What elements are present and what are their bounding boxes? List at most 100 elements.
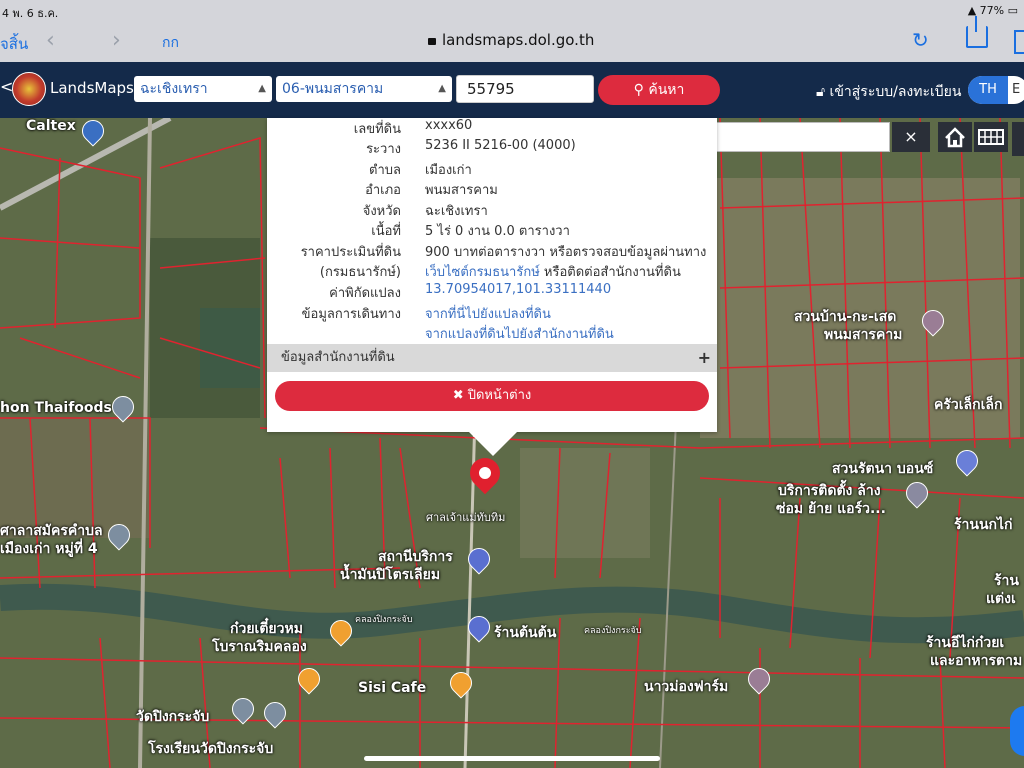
landsmaps-logo: [12, 72, 46, 106]
search-button[interactable]: ⚲ ค้นหา: [598, 75, 720, 105]
app-name: LandsMaps: [50, 79, 134, 97]
row-value: 5 ไร่ 0 งาน 0.0 ตารางวา: [425, 224, 570, 239]
map-label[interactable]: โรงเรียนวัดปิงกระจับ: [148, 738, 273, 760]
row-value: เว็บไซต์กรมธนารักษ์ หรือติดต่อสำนักงานที…: [425, 261, 681, 282]
login-link[interactable]: 🔓︎ เข้าสู่ระบบ/ลงทะเบียน: [816, 81, 961, 103]
row-value: ฉะเชิงเทรา: [425, 204, 488, 219]
back-icon[interactable]: ‹: [46, 28, 55, 53]
share-icon[interactable]: [966, 16, 988, 48]
info-row: ระวาง 5236 II 5216-00 (4000): [267, 138, 717, 158]
login-label: เข้าสู่ระบบ/ลงทะเบียน: [829, 84, 962, 100]
map-label[interactable]: พนมสารคาม: [824, 324, 902, 346]
row-label: ค่าพิกัดแปลง: [329, 286, 401, 301]
lang-th-button[interactable]: TH: [968, 76, 1008, 104]
status-time-date: 4 พ. 6 ธ.ค.: [2, 7, 59, 20]
info-row: ค่าพิกัดแปลง 13.70954017,101.33111440: [267, 282, 717, 302]
map-label[interactable]: แต่งเ: [986, 588, 1016, 610]
select-arrows-icon: ▲: [438, 83, 446, 94]
side-panel-button[interactable]: [1012, 122, 1024, 156]
row-label: (กรมธนารักษ์): [319, 265, 401, 280]
info-row: ข้อมูลการเดินทาง จากที่นี่ไปยังแปลงที่ดิน: [267, 303, 717, 323]
district-select-value: 06-พนมสารคาม: [282, 81, 384, 97]
info-row: ตำบล เมืองเก่า: [267, 159, 717, 179]
parcel-number-input[interactable]: 55795: [456, 75, 594, 103]
lang-en-button[interactable]: E: [1012, 76, 1020, 104]
coordinates-link[interactable]: 13.70954017,101.33111440: [425, 282, 611, 297]
map-label[interactable]: สวนรัตนา บอนซ์: [832, 458, 933, 480]
grid-icon: [978, 129, 1004, 145]
district-select[interactable]: 06-พนมสารคาม ▲: [276, 76, 452, 102]
map-label[interactable]: ซ่อม ย้าย แอร์ว...: [776, 498, 886, 520]
row-value-suffix: หรือติดต่อสำนักงานที่ดิน: [543, 265, 681, 280]
url-text: landsmaps.dol.go.th: [442, 31, 595, 49]
forward-icon[interactable]: ›: [112, 28, 121, 53]
parcel-info-popup: เลขที่ดิน xxxx60 ระวาง 5236 II 5216-00 (40…: [267, 118, 717, 456]
close-window-button[interactable]: ✖ ปิดหน้าต่าง: [275, 381, 709, 411]
place-search-clear-button[interactable]: ×: [892, 122, 930, 152]
map-label[interactable]: ศาลเจ้าแม่ทับทิม: [426, 508, 505, 526]
map-label[interactable]: hon Thaifoods: [0, 400, 112, 416]
info-row: อำเภอ พนมสารคาม: [267, 179, 717, 199]
done-button[interactable]: จสิ้น: [0, 32, 28, 56]
row-label: เลขที่ดิน: [353, 122, 401, 137]
row-value: xxxx60: [425, 118, 473, 133]
row-label: ระวาง: [366, 142, 401, 157]
map-label[interactable]: ร้านต้นต้น: [494, 622, 556, 644]
map-label[interactable]: Caltex: [26, 118, 76, 134]
search-button-label: ค้นหา: [648, 82, 685, 98]
expand-plus-icon: +: [697, 348, 711, 367]
section-title: ข้อมูลสำนักงานที่ดิน: [281, 350, 395, 365]
map-label[interactable]: วัดปิงกระจับ: [136, 706, 209, 728]
home-button[interactable]: [938, 122, 972, 152]
row-value: 5236 II 5216-00 (4000): [425, 138, 576, 153]
row-value: 900 บาทต่อตารางวา หรือตรวจสอบข้อมูลผ่านท…: [425, 245, 707, 260]
ios-status-bar: 4 พ. 6 ธ.ค. ▲ 77% ▭: [0, 0, 1024, 22]
layers-grid-button[interactable]: [974, 122, 1008, 152]
row-label: ข้อมูลการเดินทาง: [301, 307, 401, 322]
directions-to-parcel-link[interactable]: จากที่นี่ไปยังแปลงที่ดิน: [425, 303, 551, 324]
lock-icon: 🔓︎: [816, 84, 826, 100]
map-label[interactable]: นาวม่องฟาร์ม: [644, 676, 728, 698]
map-label[interactable]: เมืองเก่า หมู่ที่ 4: [0, 538, 98, 560]
reader-aa-button[interactable]: กก: [162, 32, 179, 54]
map-label[interactable]: น้ำมันปิโตรเลียม: [340, 564, 440, 586]
row-label: อำเภอ: [365, 183, 401, 198]
map-label[interactable]: โบราณริมคลอง: [212, 636, 307, 658]
info-row: เนื้อที่ 5 ไร่ 0 งาน 0.0 ตารางวา: [267, 220, 717, 240]
province-select-value: ฉะเชิงเทรา: [140, 81, 208, 97]
info-row: เลขที่ดิน xxxx60: [267, 118, 717, 138]
app-header: < LandsMaps ฉะเชิงเทรา ▲ 06-พนมสารคาม ▲ 55…: [0, 62, 1024, 118]
row-label: ราคาประเมินที่ดิน: [300, 245, 401, 260]
ios-home-indicator: [364, 756, 660, 761]
select-arrows-icon: ▲: [258, 83, 266, 94]
map-label[interactable]: ครัวเล็กเล็ก: [934, 394, 1002, 416]
info-row: ราคาประเมินที่ดิน 900 บาทต่อตารางวา หรือต…: [267, 241, 717, 261]
treasury-website-link[interactable]: เว็บไซต์กรมธนารักษ์: [425, 265, 540, 280]
map-label[interactable]: ร้านนกไก่: [954, 514, 1013, 536]
address-bar[interactable]: landsmaps.dol.go.th: [428, 31, 594, 49]
home-icon: [945, 127, 965, 148]
directions-to-office-link[interactable]: จากแปลงที่ดินไปยังสำนักงานที่ดิน: [425, 323, 614, 344]
reload-icon[interactable]: ↻: [912, 28, 929, 52]
row-value: พนมสารคาม: [425, 183, 498, 198]
safari-toolbar: จสิ้น ‹ › กก landsmaps.dol.go.th ↻: [0, 16, 1024, 62]
row-value: เมืองเก่า: [425, 163, 472, 178]
province-select[interactable]: ฉะเชิงเทรา ▲: [134, 76, 272, 102]
canal-label: คลองปิงกระจับ: [355, 615, 413, 625]
info-row: (กรมธนารักษ์) เว็บไซต์กรมธนารักษ์ หรือติด…: [267, 261, 717, 281]
row-label: จังหวัด: [362, 204, 401, 219]
info-row: จากแปลงที่ดินไปยังสำนักงานที่ดิน: [267, 323, 717, 343]
map-label[interactable]: และอาหารตาม: [930, 650, 1022, 672]
floating-action-button[interactable]: [1010, 706, 1024, 756]
map-label[interactable]: Sisi Cafe: [358, 680, 426, 696]
row-label: เนื้อที่: [371, 224, 401, 239]
lock-icon: [428, 38, 436, 45]
tabs-icon[interactable]: [1014, 30, 1024, 54]
search-icon: ⚲: [633, 82, 644, 98]
canal-label: คลองปิงกระจับ: [584, 626, 642, 636]
row-label: ตำบล: [369, 163, 401, 178]
land-office-section-toggle[interactable]: ข้อมูลสำนักงานที่ดิน +: [267, 344, 717, 372]
battery-percent: 77%: [979, 4, 1005, 17]
info-row: จังหวัด ฉะเชิงเทรา: [267, 200, 717, 220]
language-toggle[interactable]: TH E: [968, 76, 1024, 104]
